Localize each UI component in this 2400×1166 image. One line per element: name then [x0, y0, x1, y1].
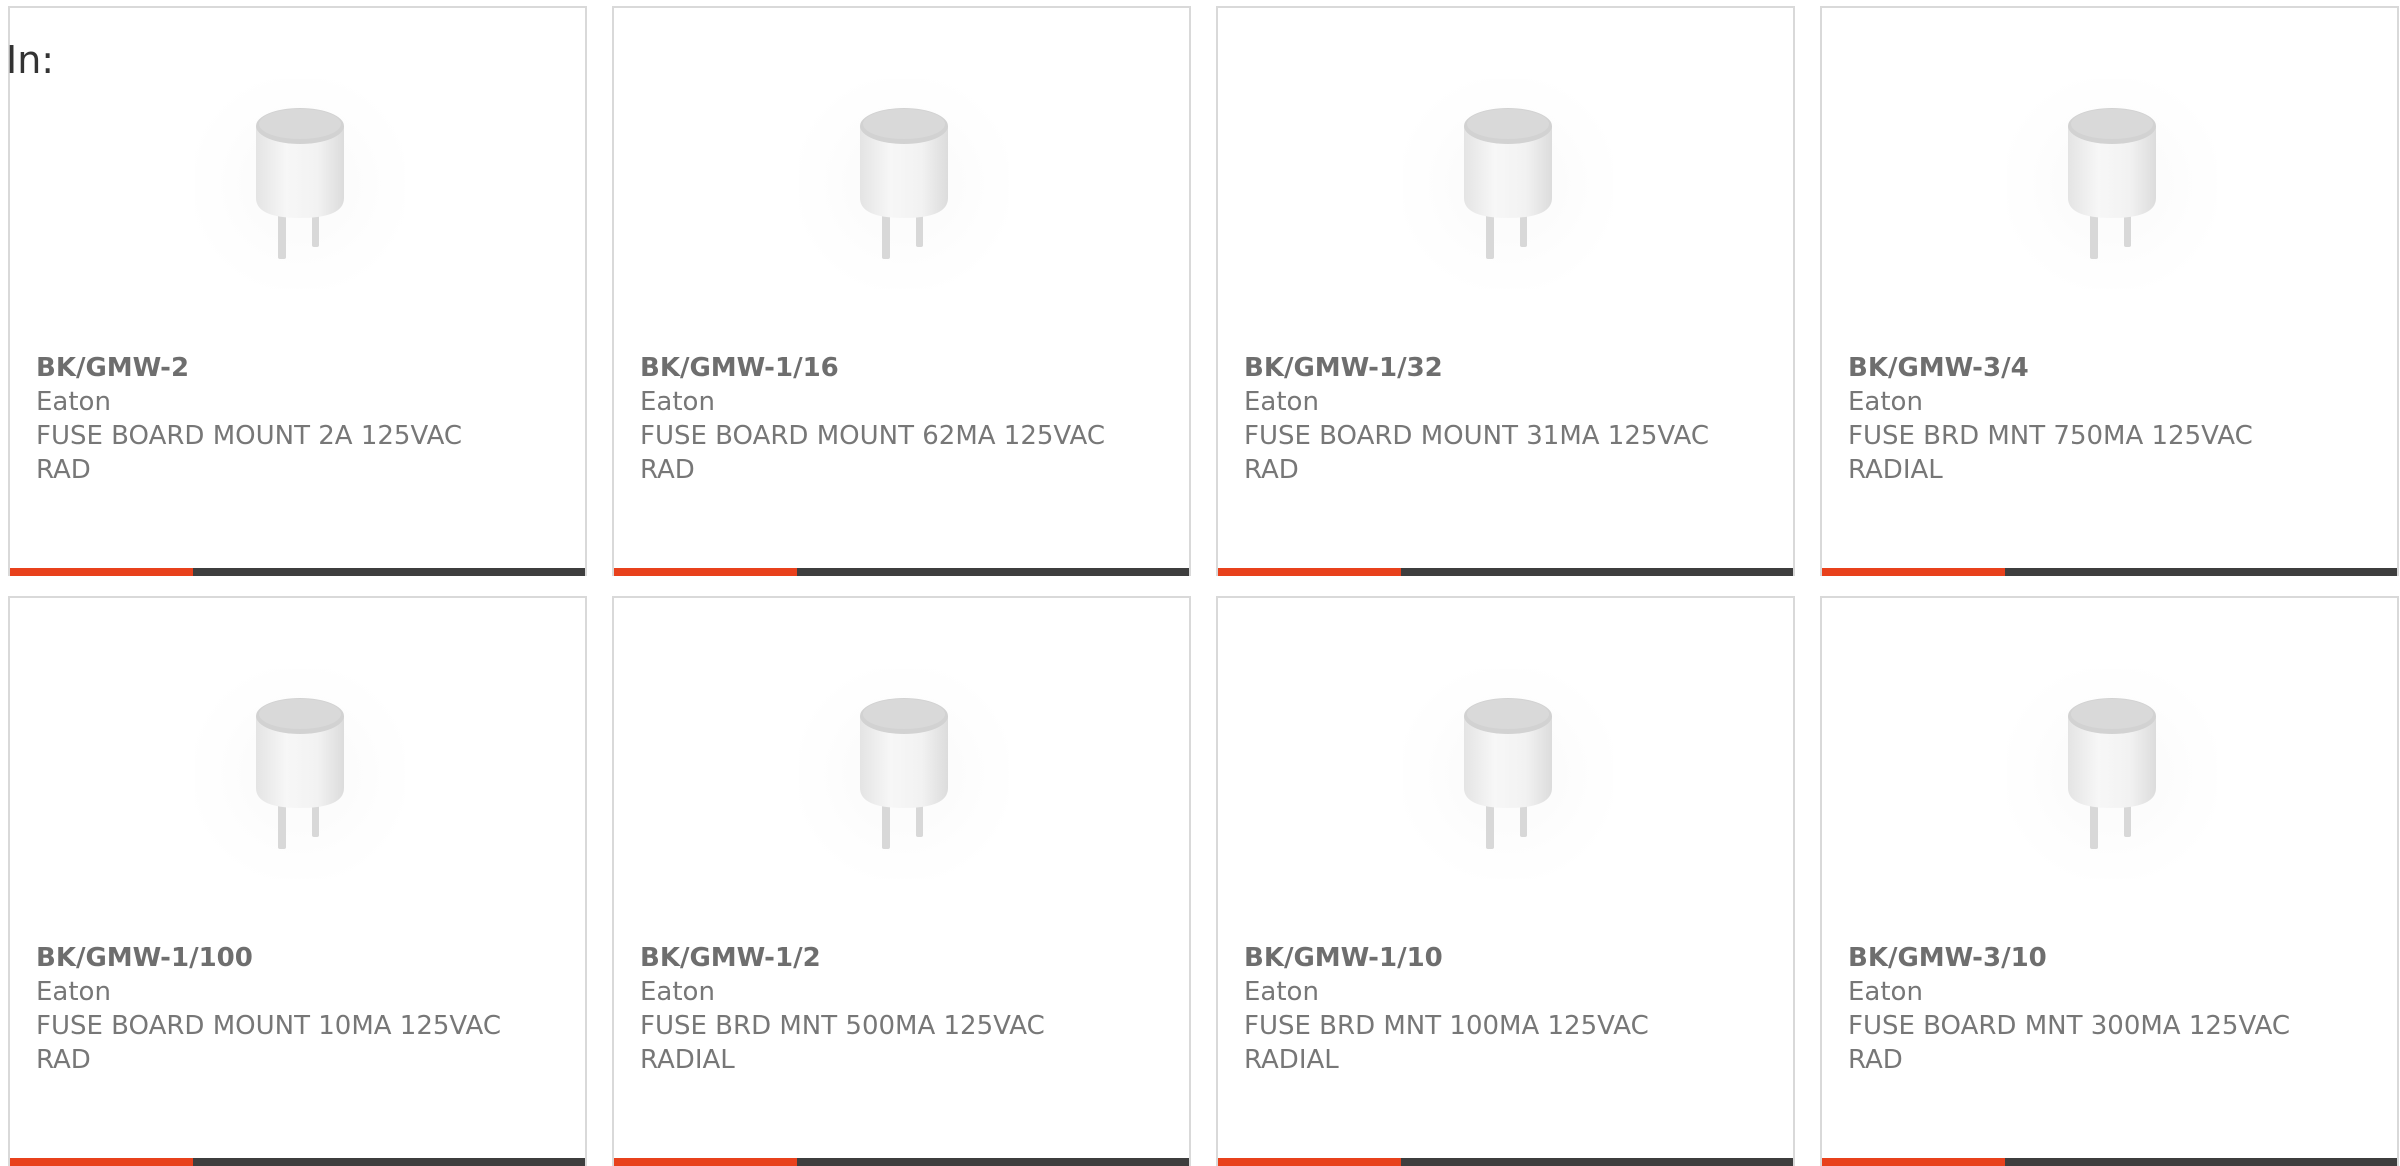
fuse-product-image	[799, 79, 1009, 289]
fuse-product-image	[195, 79, 405, 289]
card-accent-bar	[1218, 568, 1401, 576]
fuse-product-image	[2007, 669, 2217, 879]
product-description: FUSE BOARD MOUNT 10MA 125VAC RAD	[36, 1011, 502, 1075]
card-footer-bar	[614, 568, 1189, 576]
product-manufacturer: Eaton	[1848, 977, 1923, 1007]
product-description: FUSE BOARD MOUNT 62MA 125VAC RAD	[640, 421, 1106, 485]
fuse-product-image	[1403, 79, 1613, 289]
card-accent-bar	[614, 1158, 797, 1166]
product-manufacturer: Eaton	[1244, 977, 1319, 1007]
card-accent-bar	[10, 1158, 193, 1166]
fuse-product-image	[1403, 669, 1613, 879]
product-card[interactable]: BK/GMW-1/10 Eaton FUSE BRD MNT 100MA 125…	[1216, 596, 1795, 1166]
card-accent-bar	[1218, 1158, 1401, 1166]
product-part-number[interactable]: BK/GMW-3/4	[1848, 351, 2318, 385]
product-info: BK/GMW-1/10 Eaton FUSE BRD MNT 100MA 125…	[1244, 941, 1714, 1077]
product-card[interactable]: BK/GMW-1/2 Eaton FUSE BRD MNT 500MA 125V…	[612, 596, 1191, 1166]
product-description: FUSE BRD MNT 500MA 125VAC RADIAL	[640, 1011, 1045, 1075]
product-card[interactable]: BK/GMW-3/4 Eaton FUSE BRD MNT 750MA 125V…	[1820, 6, 2399, 576]
product-part-number[interactable]: BK/GMW-1/2	[640, 941, 1110, 975]
product-part-number[interactable]: BK/GMW-1/100	[36, 941, 506, 975]
product-manufacturer: Eaton	[640, 977, 715, 1007]
product-description: FUSE BRD MNT 750MA 125VAC RADIAL	[1848, 421, 2253, 485]
card-accent-bar	[1822, 1158, 2005, 1166]
product-info: BK/GMW-1/32 Eaton FUSE BOARD MOUNT 31MA …	[1244, 351, 1714, 487]
product-info: BK/GMW-1/2 Eaton FUSE BRD MNT 500MA 125V…	[640, 941, 1110, 1077]
product-info: BK/GMW-1/100 Eaton FUSE BOARD MOUNT 10MA…	[36, 941, 506, 1077]
card-footer-bar	[614, 1158, 1189, 1166]
product-card[interactable]: BK/GMW-3/10 Eaton FUSE BOARD MNT 300MA 1…	[1820, 596, 2399, 1166]
card-footer-bar	[1218, 1158, 1793, 1166]
product-part-number[interactable]: BK/GMW-2	[36, 351, 506, 385]
card-footer-bar	[1822, 568, 2397, 576]
product-description: FUSE BOARD MOUNT 31MA 125VAC RAD	[1244, 421, 1710, 485]
product-card[interactable]: BK/GMW-1/32 Eaton FUSE BOARD MOUNT 31MA …	[1216, 6, 1795, 576]
card-footer-bar	[1218, 568, 1793, 576]
card-accent-bar	[1822, 568, 2005, 576]
product-description: FUSE BRD MNT 100MA 125VAC RADIAL	[1244, 1011, 1649, 1075]
product-info: BK/GMW-1/16 Eaton FUSE BOARD MOUNT 62MA …	[640, 351, 1110, 487]
fuse-product-image	[195, 669, 405, 879]
product-description: FUSE BOARD MNT 300MA 125VAC RAD	[1848, 1011, 2291, 1075]
product-part-number[interactable]: BK/GMW-1/16	[640, 351, 1110, 385]
product-manufacturer: Eaton	[36, 387, 111, 417]
fuse-product-image	[2007, 79, 2217, 289]
product-card[interactable]: BK/GMW-2 Eaton FUSE BOARD MOUNT 2A 125VA…	[8, 6, 587, 576]
product-manufacturer: Eaton	[1244, 387, 1319, 417]
product-info: BK/GMW-3/10 Eaton FUSE BOARD MNT 300MA 1…	[1848, 941, 2318, 1077]
product-info: BK/GMW-3/4 Eaton FUSE BRD MNT 750MA 125V…	[1848, 351, 2318, 487]
card-footer-bar	[10, 568, 585, 576]
product-card[interactable]: BK/GMW-1/100 Eaton FUSE BOARD MOUNT 10MA…	[8, 596, 587, 1166]
card-accent-bar	[10, 568, 193, 576]
page-heading: In:	[6, 38, 55, 82]
product-manufacturer: Eaton	[640, 387, 715, 417]
product-manufacturer: Eaton	[36, 977, 111, 1007]
product-part-number[interactable]: BK/GMW-1/10	[1244, 941, 1714, 975]
product-info: BK/GMW-2 Eaton FUSE BOARD MOUNT 2A 125VA…	[36, 351, 506, 487]
product-card[interactable]: BK/GMW-1/16 Eaton FUSE BOARD MOUNT 62MA …	[612, 6, 1191, 576]
product-part-number[interactable]: BK/GMW-1/32	[1244, 351, 1714, 385]
product-grid: BK/GMW-2 Eaton FUSE BOARD MOUNT 2A 125VA…	[0, 0, 2400, 1166]
product-part-number[interactable]: BK/GMW-3/10	[1848, 941, 2318, 975]
card-accent-bar	[614, 568, 797, 576]
card-footer-bar	[10, 1158, 585, 1166]
product-description: FUSE BOARD MOUNT 2A 125VAC RAD	[36, 421, 463, 485]
product-manufacturer: Eaton	[1848, 387, 1923, 417]
card-footer-bar	[1822, 1158, 2397, 1166]
fuse-product-image	[799, 669, 1009, 879]
